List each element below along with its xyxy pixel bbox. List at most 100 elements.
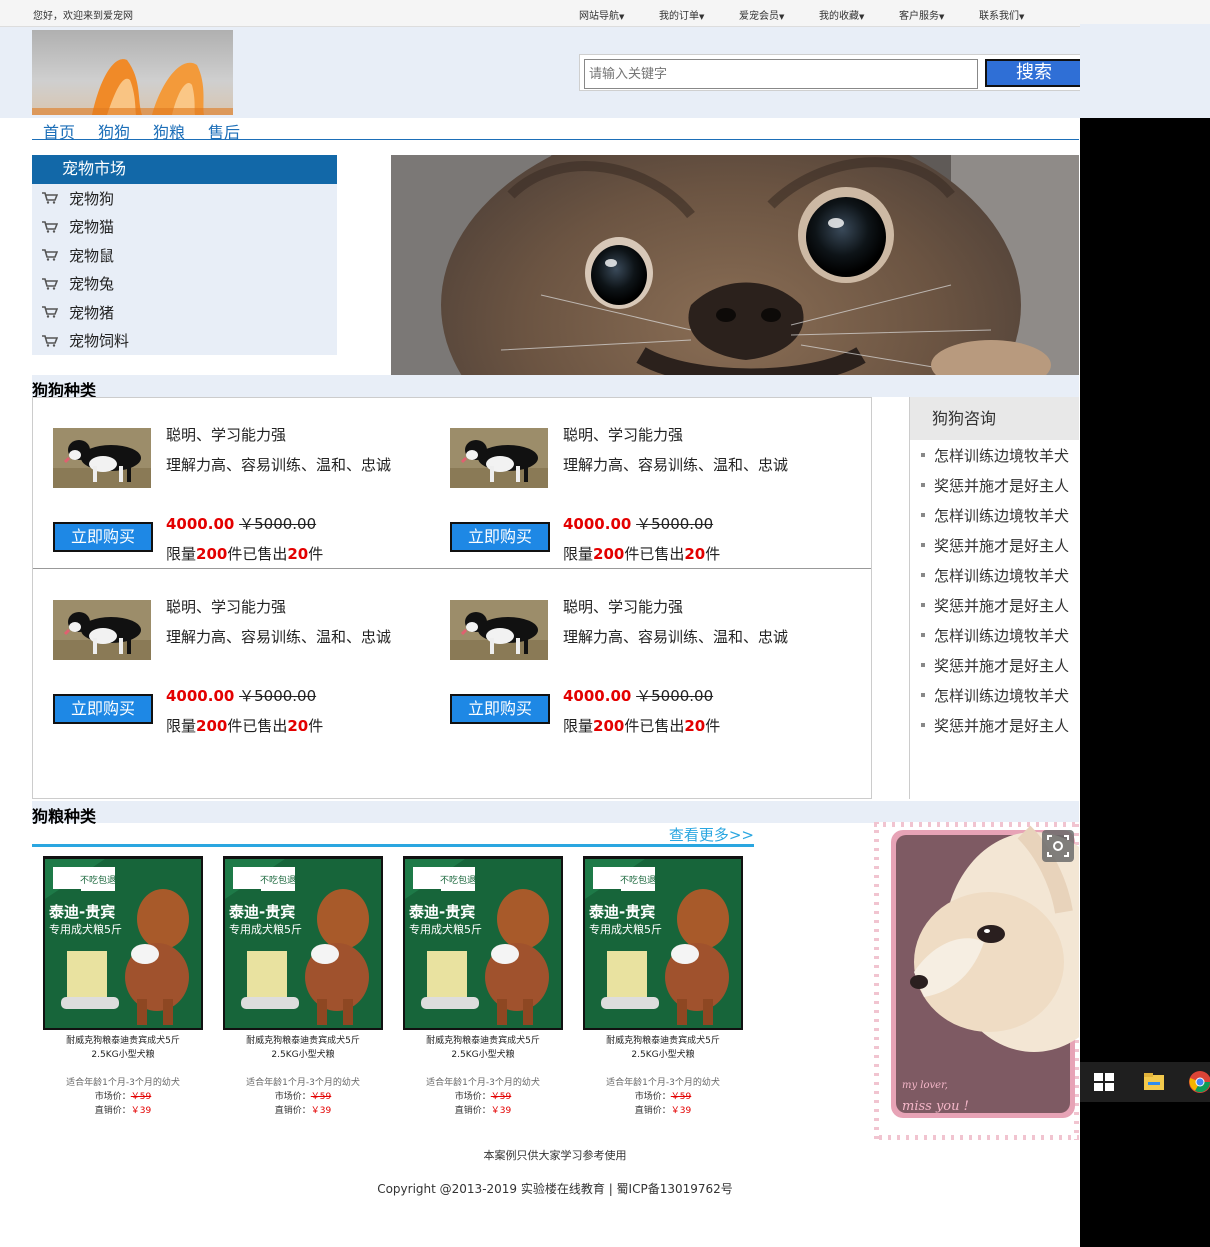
cart-icon xyxy=(42,306,58,318)
top-nav-favorites[interactable]: 我的收藏▼ xyxy=(819,7,899,22)
bullet-icon xyxy=(921,483,925,487)
sidebar-item-cat[interactable]: 宠物猫 xyxy=(32,213,337,242)
consult-item[interactable]: 怎样训练边境牧羊犬 xyxy=(910,500,1079,530)
food-name-line2: 2.5KG小型犬粮 xyxy=(631,1050,695,1060)
dog-food-image[interactable]: 不吃包退 泰迪-贵宾 专用成犬粮5斤 xyxy=(583,856,743,1030)
buy-now-button[interactable]: 立即购买 xyxy=(450,522,550,552)
fox-ears-image xyxy=(32,59,233,115)
dog-feature-2: 理解力高、容易训练、温和、忠诚 xyxy=(563,628,789,646)
sidebar-item-rabbit[interactable]: 宠物兔 xyxy=(32,270,337,299)
market-price-line: 市场价：￥59 xyxy=(583,1090,743,1104)
food-card: 不吃包退 泰迪-贵宾 专用成犬粮5斤 耐威克狗粮泰迪贵宾成犬5斤 2.5KG小型犬粮 … xyxy=(583,856,743,1118)
dog-food-image[interactable]: 不吃包退 泰迪-贵宾 专用成犬粮5斤 xyxy=(223,856,383,1030)
top-nav-orders[interactable]: 我的订单▼ xyxy=(659,7,739,22)
buy-now-button[interactable]: 立即购买 xyxy=(53,694,153,724)
taskbar xyxy=(1080,1062,1210,1102)
nav-dog-food[interactable]: 狗粮 xyxy=(153,119,185,143)
bullet-icon xyxy=(921,543,925,547)
dog-food-image[interactable]: 不吃包退 泰迪-贵宾 专用成犬粮5斤 xyxy=(43,856,203,1030)
sidebar-item-dog[interactable]: 宠物狗 xyxy=(32,184,337,213)
top-nav-label: 客户服务 xyxy=(899,11,939,22)
top-nav-label: 我的订单 xyxy=(659,11,699,22)
original-price: ￥5000.00 xyxy=(636,515,714,533)
unit-label: 件 xyxy=(705,545,721,563)
dog-food-image[interactable]: 不吃包退 泰迪-贵宾 专用成犬粮5斤 xyxy=(403,856,563,1030)
limit-count: 200 xyxy=(196,717,228,735)
market-price-label: 市场价： xyxy=(634,1092,671,1102)
nav-home[interactable]: 首页 xyxy=(43,119,75,143)
original-price: ￥5000.00 xyxy=(636,687,714,705)
original-price: ￥5000.00 xyxy=(239,515,317,533)
unit-label: 件 xyxy=(705,717,721,735)
chihuahua-photo[interactable]: my lover, miss you ! xyxy=(874,822,1079,1140)
direct-price-line: 直销价：￥39 xyxy=(583,1104,743,1118)
consult-item[interactable]: 奖惩并施才是好主人 xyxy=(910,590,1079,620)
dog-product-grid: 聪明、学习能力强 理解力高、容易训练、温和、忠诚 立即购买 4000.00 ￥5… xyxy=(32,397,872,799)
consult-item[interactable]: 奖惩并施才是好主人 xyxy=(910,530,1079,560)
sidebar-item-label: 宠物兔 xyxy=(69,275,115,294)
search-input[interactable] xyxy=(584,59,978,89)
border-collie-image[interactable] xyxy=(53,600,151,660)
food-name-line1: 耐威克狗粮泰迪贵宾成犬5斤 xyxy=(246,1036,360,1046)
top-nav-service[interactable]: 客户服务▼ xyxy=(899,7,979,22)
current-price: 4000.00 xyxy=(166,687,235,705)
food-age: 适合年龄1个月-3个月的幼犬 xyxy=(606,1078,720,1088)
dog-card: 聪明、学习能力强 理解力高、容易训练、温和、忠诚 立即购买 4000.00 ￥5… xyxy=(33,398,430,568)
sidebar-item-label: 宠物鼠 xyxy=(69,246,115,265)
direct-price: ￥39 xyxy=(310,1106,332,1116)
border-collie-image[interactable] xyxy=(53,428,151,488)
top-nav-contact[interactable]: 联系我们▼ xyxy=(979,7,1059,22)
file-explorer-icon[interactable] xyxy=(1142,1070,1166,1094)
see-more-link[interactable]: 查看更多>> xyxy=(669,824,754,845)
consult-item[interactable]: 奖惩并施才是好主人 xyxy=(910,470,1079,500)
divider xyxy=(33,568,871,569)
border-collie-image[interactable] xyxy=(450,428,548,488)
search-button[interactable]: 搜索 xyxy=(985,59,1080,87)
border-collie-image[interactable] xyxy=(450,600,548,660)
dog-feature-1: 聪明、学习能力强 xyxy=(166,598,287,616)
consult-item[interactable]: 奖惩并施才是好主人 xyxy=(910,650,1079,680)
package-title-text: 泰迪-贵宾 xyxy=(588,903,655,921)
consult-title: 狗狗咨询 xyxy=(910,397,1079,440)
nav-after-sales[interactable]: 售后 xyxy=(208,119,240,143)
top-nav-member[interactable]: 爱宠会员▼ xyxy=(739,7,819,22)
windows-start-icon[interactable] xyxy=(1092,1070,1116,1094)
consult-item[interactable]: 怎样训练边境牧羊犬 xyxy=(910,680,1079,710)
stock-line: 限量200件已售出20件 xyxy=(166,543,323,564)
limit-label: 限量 xyxy=(166,717,197,735)
bullet-icon xyxy=(921,633,925,637)
food-age: 适合年龄1个月-3个月的幼犬 xyxy=(426,1078,540,1088)
nav-dogs[interactable]: 狗狗 xyxy=(98,119,130,143)
banner-image[interactable] xyxy=(391,155,1079,375)
market-price-line: 市场价：￥59 xyxy=(403,1090,563,1104)
logo-image[interactable] xyxy=(32,30,233,115)
consult-item-label: 奖惩并施才是好主人 xyxy=(934,716,1070,735)
top-nav-site[interactable]: 网站导航▼ xyxy=(579,7,659,22)
food-card: 不吃包退 泰迪-贵宾 专用成犬粮5斤 耐威克狗粮泰迪贵宾成犬5斤 2.5KG小型犬粮 … xyxy=(403,856,563,1118)
limit-label: 限量 xyxy=(166,545,197,563)
chrome-icon[interactable] xyxy=(1188,1070,1210,1094)
bullet-icon xyxy=(921,663,925,667)
consult-item[interactable]: 怎样训练边境牧羊犬 xyxy=(910,440,1079,470)
sidebar-item-mouse[interactable]: 宠物鼠 xyxy=(32,241,337,270)
buy-now-button[interactable]: 立即购买 xyxy=(450,694,550,724)
bullet-icon xyxy=(921,723,925,727)
consult-panel: 狗狗咨询 怎样训练边境牧羊犬 奖惩并施才是好主人 怎样训练边境牧羊犬 奖惩并施才… xyxy=(909,397,1079,799)
search-box: 搜索 xyxy=(579,54,1080,91)
food-name-line1: 耐威克狗粮泰迪贵宾成犬5斤 xyxy=(426,1036,540,1046)
direct-price: ￥39 xyxy=(130,1106,152,1116)
sold-label: 件已售出 xyxy=(624,717,685,735)
footer-copyright: Copyright @2013-2019 实验楼在线教育 | 蜀ICP备1301… xyxy=(377,1182,733,1196)
sidebar-item-pig[interactable]: 宠物猪 xyxy=(32,298,337,327)
buy-now-button[interactable]: 立即购买 xyxy=(53,522,153,552)
consult-item[interactable]: 怎样训练边境牧羊犬 xyxy=(910,560,1079,590)
sold-label: 件已售出 xyxy=(227,717,288,735)
consult-item-label: 怎样训练边境牧羊犬 xyxy=(934,626,1070,645)
consult-item[interactable]: 怎样训练边境牧羊犬 xyxy=(910,620,1079,650)
package-subtitle-text: 专用成犬粮5斤 xyxy=(49,922,122,936)
direct-price-line: 直销价：￥39 xyxy=(223,1104,383,1118)
consult-item[interactable]: 奖惩并施才是好主人 xyxy=(910,710,1079,740)
food-name: 耐威克狗粮泰迪贵宾成犬5斤 2.5KG小型犬粮 xyxy=(223,1034,383,1062)
limit-label: 限量 xyxy=(563,545,594,563)
sidebar-item-feed[interactable]: 宠物饲料 xyxy=(32,327,337,356)
